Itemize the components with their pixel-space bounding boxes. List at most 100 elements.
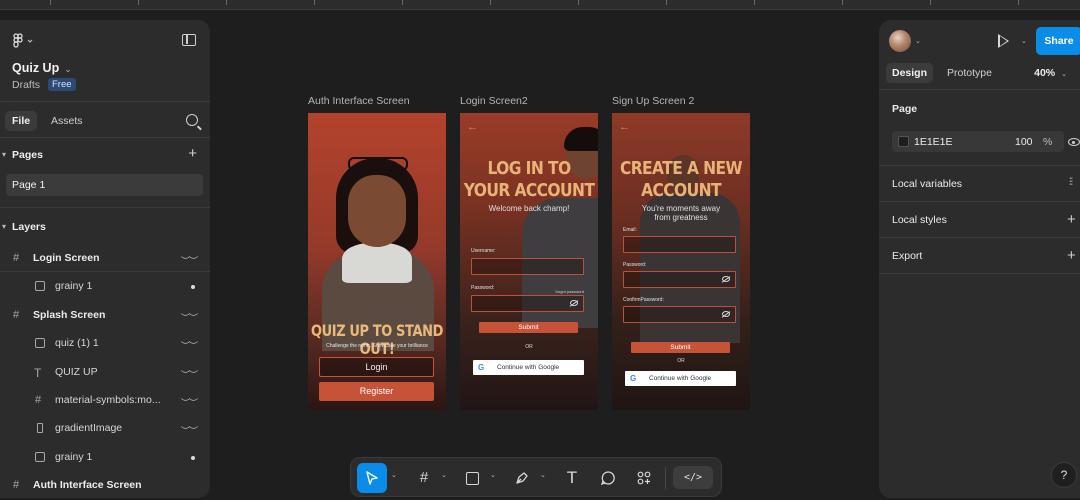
confirm-password-label: ConfirmPassword: (623, 297, 664, 303)
chevron-down-icon[interactable]: ⌄ (915, 37, 921, 45)
email-field[interactable] (623, 236, 736, 253)
dev-mode-toggle[interactable]: </> (673, 466, 713, 489)
page-section-title: Page (892, 103, 918, 115)
divider (0, 207, 210, 208)
eye-closed-icon[interactable]: ︶︶ (181, 396, 198, 409)
layer-splash-screen[interactable]: # Splash Screen ︶︶ (0, 301, 210, 329)
chevron-down-icon[interactable]: ⌄ (1021, 37, 1027, 45)
login-submit-button[interactable]: Submit (479, 322, 578, 333)
right-panel: ⌄ ⌄ Share Design Prototype 40% ⌄ Page 1E1… (879, 20, 1080, 498)
eye-icon[interactable] (1068, 138, 1080, 146)
text-icon: T (566, 468, 578, 487)
page-color-field[interactable]: 1E1E1E 100 % (892, 131, 1064, 152)
signup-google-button[interactable]: G Continue with Google (625, 371, 736, 386)
portrait-collar (342, 243, 412, 283)
eye-closed-icon[interactable]: ︶︶ (181, 339, 198, 352)
share-button[interactable]: Share (1036, 27, 1080, 55)
export-section[interactable]: Export + (879, 238, 1080, 274)
or-divider: OR (525, 344, 533, 350)
eye-off-icon[interactable] (722, 276, 730, 282)
eye-off-icon[interactable] (722, 311, 730, 317)
left-panel: Quiz Up ⌄ Drafts Free File Assets ▾ Pages… (0, 20, 210, 498)
avatar[interactable] (889, 30, 911, 52)
caret-down-icon: ▾ (2, 222, 7, 231)
text-tool-button[interactable]: T (557, 463, 587, 493)
local-variables-section[interactable]: Local variables ⫶⫶ (879, 166, 1080, 202)
layer-material-symbols[interactable]: # material-symbols:mo... ︶︶ (0, 386, 210, 414)
page-item-label: Page 1 (12, 179, 46, 191)
frame-label-auth[interactable]: Auth Interface Screen (308, 95, 410, 107)
layer-gradient-image[interactable]: gradientImage ︶︶ (0, 414, 210, 442)
frame-tool-button[interactable]: # (409, 463, 439, 493)
ruler-tick (930, 0, 931, 5)
move-tool-button[interactable] (357, 463, 387, 493)
chevron-down-icon[interactable]: ⌄ (490, 471, 496, 479)
layer-quiz-1-1[interactable]: quiz (1) 1 ︶︶ (0, 329, 210, 357)
eye-closed-icon[interactable]: ︶︶ (181, 368, 198, 381)
page-item-page-1[interactable]: Page 1 (6, 174, 203, 196)
layer-grainy-1-b[interactable]: grainy 1 (0, 443, 210, 471)
ruler-tick (50, 0, 51, 5)
login-google-button[interactable]: G Continue with Google (473, 360, 584, 375)
username-field[interactable] (471, 258, 584, 275)
play-icon-inner (1000, 36, 1007, 46)
eye-off-icon[interactable] (570, 300, 578, 306)
export-label: Export (892, 250, 923, 262)
add-export-plus-icon[interactable]: + (1067, 248, 1076, 263)
chevron-down-icon[interactable]: ⌄ (540, 471, 546, 479)
comment-tool-button[interactable] (593, 463, 623, 493)
visibility-dot-icon[interactable] (191, 455, 195, 460)
opacity-value[interactable]: 100 (1015, 136, 1033, 148)
tab-prototype[interactable]: Prototype (941, 63, 998, 83)
panel-toggle-icon[interactable] (182, 34, 196, 46)
layer-quiz-up-text[interactable]: T QUIZ UP ︶︶ (0, 358, 210, 386)
confirm-password-field[interactable] (623, 306, 736, 323)
chevron-down-icon[interactable]: ⌄ (441, 471, 447, 479)
color-swatch[interactable] (898, 136, 909, 147)
back-arrow-icon[interactable]: ← (619, 121, 630, 133)
frame-login-screen2[interactable]: ← LOG IN TO YOUR ACCOUNT Welcome back ch… (460, 113, 598, 410)
login-title-line2: YOUR ACCOUNT (463, 180, 595, 201)
visibility-dot-icon[interactable] (191, 285, 195, 290)
figma-logo-icon[interactable] (12, 33, 34, 49)
layer-auth-interface-screen[interactable]: # Auth Interface Screen (0, 471, 210, 498)
file-location[interactable]: Drafts (12, 79, 40, 91)
opacity-percent: % (1043, 136, 1053, 148)
tab-design[interactable]: Design (886, 63, 934, 83)
layers-header[interactable]: ▾ Layers (0, 210, 210, 244)
add-page-plus-icon[interactable]: + (188, 146, 197, 161)
tab-file[interactable]: File (5, 111, 38, 131)
chevron-down-icon[interactable]: ⌄ (391, 471, 397, 479)
forgot-password-link[interactable]: forgot password (556, 289, 584, 294)
pen-tool-button[interactable] (507, 463, 537, 493)
shape-tool-button[interactable] (457, 463, 487, 493)
search-icon[interactable] (186, 114, 198, 126)
eye-closed-icon[interactable]: ︶︶ (181, 311, 198, 324)
tab-assets[interactable]: Assets (44, 111, 90, 131)
ruler-tick (226, 0, 227, 5)
back-arrow-icon[interactable]: ← (467, 121, 478, 133)
password-field[interactable] (471, 295, 584, 312)
add-style-plus-icon[interactable]: + (1067, 212, 1076, 227)
file-name[interactable]: Quiz Up ⌄ (12, 61, 72, 75)
pages-header[interactable]: ▾ Pages + (0, 138, 210, 172)
frame-label-signup[interactable]: Sign Up Screen 2 (612, 95, 694, 107)
password-field[interactable] (623, 271, 736, 288)
eye-closed-icon[interactable]: ︶︶ (181, 254, 198, 267)
sliders-icon[interactable]: ⫶⫶ (1069, 177, 1073, 188)
help-button[interactable]: ? (1051, 462, 1077, 488)
login-button[interactable]: Login (319, 357, 434, 377)
layer-grainy-1[interactable]: grainy 1 (0, 272, 210, 300)
frame-label-login[interactable]: Login Screen2 (460, 95, 528, 107)
actions-button[interactable] (629, 463, 659, 493)
eye-closed-icon[interactable]: ︶︶ (181, 424, 198, 437)
google-icon: G (630, 374, 637, 383)
color-hex[interactable]: 1E1E1E (914, 136, 953, 148)
frame-auth-interface[interactable]: QUIZ UP TO STAND OUT! Challenge the norm… (308, 113, 446, 410)
frame-signup-screen2[interactable]: ← CREATE A NEW ACCOUNT You're moments aw… (612, 113, 750, 410)
zoom-dropdown[interactable]: 40% ⌄ (1034, 67, 1067, 79)
layer-login-screen[interactable]: # Login Screen ︶︶ (0, 244, 210, 273)
local-styles-section[interactable]: Local styles + (879, 202, 1080, 238)
register-button[interactable]: Register (319, 382, 434, 401)
signup-submit-button[interactable]: Submit (631, 342, 730, 353)
